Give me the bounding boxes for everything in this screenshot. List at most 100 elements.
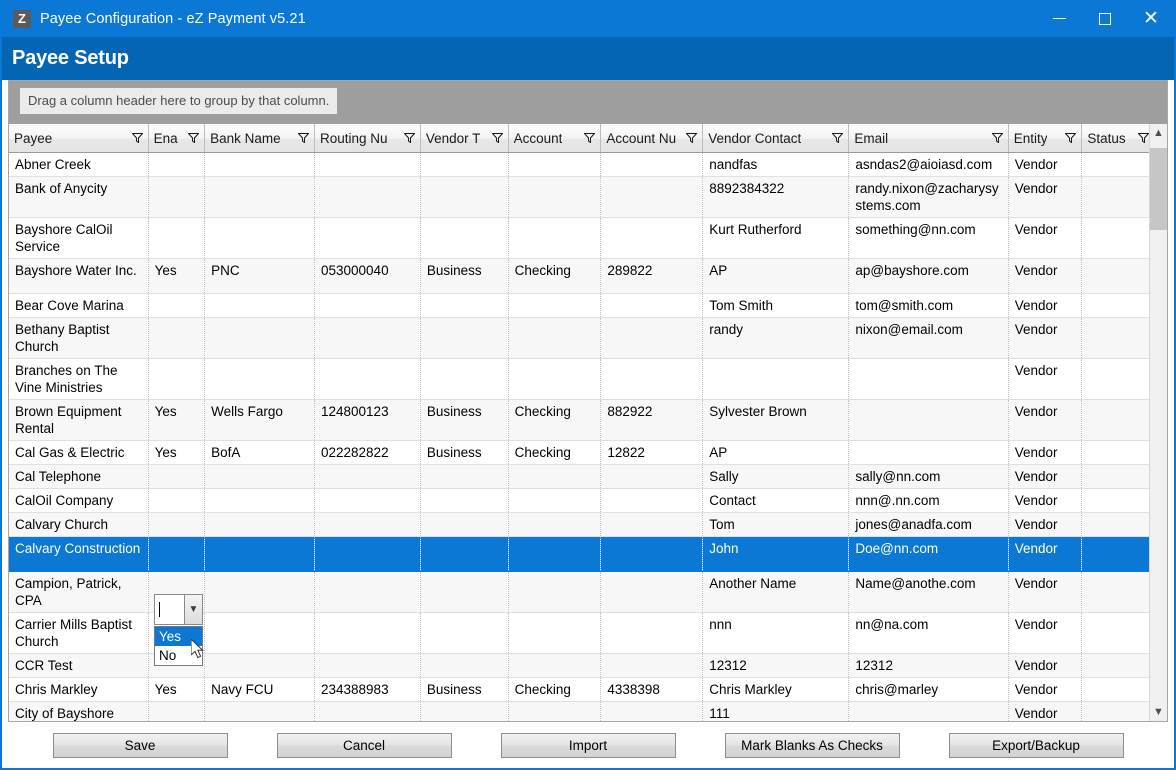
group-by-panel[interactable]: Drag a column header here to group by th… <box>9 81 1167 124</box>
save-button[interactable]: Save <box>52 732 228 758</box>
cell-contact[interactable]: John <box>702 536 850 572</box>
table-row[interactable]: Brown Equipment Rental Yes Wells Fargo 1248… <box>9 399 1149 441</box>
cell-account[interactable] <box>508 217 602 259</box>
cell-account_no[interactable]: 882922 <box>600 399 704 441</box>
table-row[interactable]: Bayshore CalOil Service Kurt Rutherford so… <box>9 217 1149 259</box>
cell-email[interactable] <box>848 440 1009 465</box>
cell-routing[interactable] <box>314 653 421 678</box>
cell-account[interactable] <box>508 571 602 613</box>
cell-entity[interactable]: Vendor <box>1008 258 1083 294</box>
cell-email[interactable]: nixon@email.com <box>848 317 1009 359</box>
cell-routing[interactable] <box>314 536 421 572</box>
cell-payee[interactable]: Bayshore CalOil Service <box>9 217 149 259</box>
column-header-routing-nu[interactable]: Routing Nu <box>314 124 421 153</box>
cell-bank[interactable] <box>204 464 315 489</box>
cell-contact[interactable]: Another Name <box>702 571 850 613</box>
cell-ena[interactable] <box>148 464 206 489</box>
cell-status[interactable] <box>1081 176 1149 218</box>
column-header-email[interactable]: Email <box>848 124 1009 153</box>
cell-bank[interactable] <box>204 612 315 654</box>
table-row[interactable]: Bank of Anycity 8892384322 randy.nixon@zac… <box>9 176 1149 218</box>
cell-bank[interactable] <box>204 176 315 218</box>
table-row[interactable]: CalOil Company Contact nnn@.nn.com Vendor <box>9 488 1149 513</box>
cell-email[interactable]: asndas2@aioiasd.com <box>848 152 1009 177</box>
column-header-payee[interactable]: Payee <box>9 124 149 153</box>
cell-ena[interactable]: Yes <box>148 258 206 294</box>
cell-contact[interactable]: Contact <box>702 488 850 513</box>
cell-ena[interactable] <box>148 152 206 177</box>
cell-entity[interactable]: Vendor <box>1008 358 1083 400</box>
cell-contact[interactable]: nnn <box>702 612 850 654</box>
column-header-bank-name[interactable]: Bank Name <box>204 124 315 153</box>
cell-email[interactable] <box>848 399 1009 441</box>
cell-account_no[interactable] <box>600 293 704 318</box>
table-row[interactable]: Calvary Construction John Doe@nn.com Vendor <box>9 536 1149 572</box>
cell-entity[interactable]: Vendor <box>1008 653 1083 678</box>
cell-contact[interactable]: Chris Markley <box>702 677 850 702</box>
cell-email[interactable]: Name@anothe.com <box>848 571 1009 613</box>
cell-status[interactable] <box>1081 399 1149 441</box>
cell-bank[interactable] <box>204 217 315 259</box>
cell-bank[interactable]: Navy FCU <box>204 677 315 702</box>
cell-vendor_type[interactable] <box>420 317 509 359</box>
column-header-ena[interactable]: Ena <box>148 124 206 153</box>
scroll-up-arrow-icon[interactable]: ▲ <box>1150 124 1167 142</box>
cell-vendor_type[interactable] <box>420 217 509 259</box>
ena-combo-dropdown-button[interactable]: ▼ <box>184 594 203 625</box>
column-header-entity[interactable]: Entity <box>1008 124 1083 153</box>
cell-account_no[interactable] <box>600 612 704 654</box>
cell-bank[interactable] <box>204 653 315 678</box>
cell-entity[interactable]: Vendor <box>1008 293 1083 318</box>
cell-bank[interactable] <box>204 512 315 537</box>
cell-account[interactable] <box>508 488 602 513</box>
cell-payee[interactable]: Bethany Baptist Church <box>9 317 149 359</box>
filter-icon[interactable] <box>991 131 1004 146</box>
cell-routing[interactable]: 022282822 <box>314 440 421 465</box>
cell-payee[interactable]: Carrier Mills Baptist Church <box>9 612 149 654</box>
cell-account[interactable] <box>508 612 602 654</box>
cell-entity[interactable]: Vendor <box>1008 464 1083 489</box>
filter-icon[interactable] <box>831 131 845 146</box>
cell-payee[interactable]: Bank of Anycity <box>9 176 149 218</box>
cell-status[interactable] <box>1081 612 1149 654</box>
cell-vendor_type[interactable] <box>420 152 509 177</box>
scroll-down-arrow-icon[interactable]: ▼ <box>1150 703 1167 721</box>
cell-bank[interactable]: Wells Fargo <box>204 399 315 441</box>
column-header-vendor-contact[interactable]: Vendor Contact <box>702 124 850 153</box>
cell-routing[interactable] <box>314 358 421 400</box>
cell-ena[interactable] <box>148 488 206 513</box>
vertical-scrollbar[interactable]: ▲ ▼ <box>1149 124 1167 721</box>
cell-vendor_type[interactable] <box>420 612 509 654</box>
cell-status[interactable] <box>1081 358 1149 400</box>
cell-status[interactable] <box>1081 571 1149 613</box>
cell-email[interactable]: jones@anadfa.com <box>848 512 1009 537</box>
cell-vendor_type[interactable] <box>420 358 509 400</box>
cell-status[interactable] <box>1081 512 1149 537</box>
cell-contact[interactable]: AP <box>702 258 850 294</box>
cell-payee[interactable]: Campion, Patrick, CPA <box>9 571 149 613</box>
cell-routing[interactable]: 124800123 <box>314 399 421 441</box>
filter-icon[interactable] <box>187 131 200 146</box>
cell-account_no[interactable] <box>600 358 704 400</box>
cell-account[interactable] <box>508 176 602 218</box>
cell-vendor_type[interactable] <box>420 536 509 572</box>
cell-email[interactable]: nnn@.nn.com <box>848 488 1009 513</box>
cell-account_no[interactable] <box>600 152 704 177</box>
cell-ena[interactable] <box>148 317 206 359</box>
cell-entity[interactable]: Vendor <box>1008 571 1083 613</box>
cell-routing[interactable] <box>314 512 421 537</box>
cell-email[interactable]: something@nn.com <box>848 217 1009 259</box>
cell-account[interactable]: Checking <box>508 258 602 294</box>
cell-ena[interactable]: Yes <box>148 399 206 441</box>
filter-icon[interactable] <box>297 131 310 146</box>
table-row[interactable]: Abner Creek nandfas asndas2@aioiasd.com Ven… <box>9 152 1149 177</box>
cell-email[interactable]: sally@nn.com <box>848 464 1009 489</box>
cell-account[interactable] <box>508 317 602 359</box>
cell-contact[interactable]: Tom Smith <box>702 293 850 318</box>
cell-entity[interactable]: Vendor <box>1008 152 1083 177</box>
cell-status[interactable] <box>1081 317 1149 359</box>
cell-bank[interactable] <box>204 293 315 318</box>
cell-status[interactable] <box>1081 536 1149 572</box>
column-header-status[interactable]: Status <box>1081 124 1149 153</box>
ena-combo-editor[interactable]: ▼ <box>154 594 203 625</box>
